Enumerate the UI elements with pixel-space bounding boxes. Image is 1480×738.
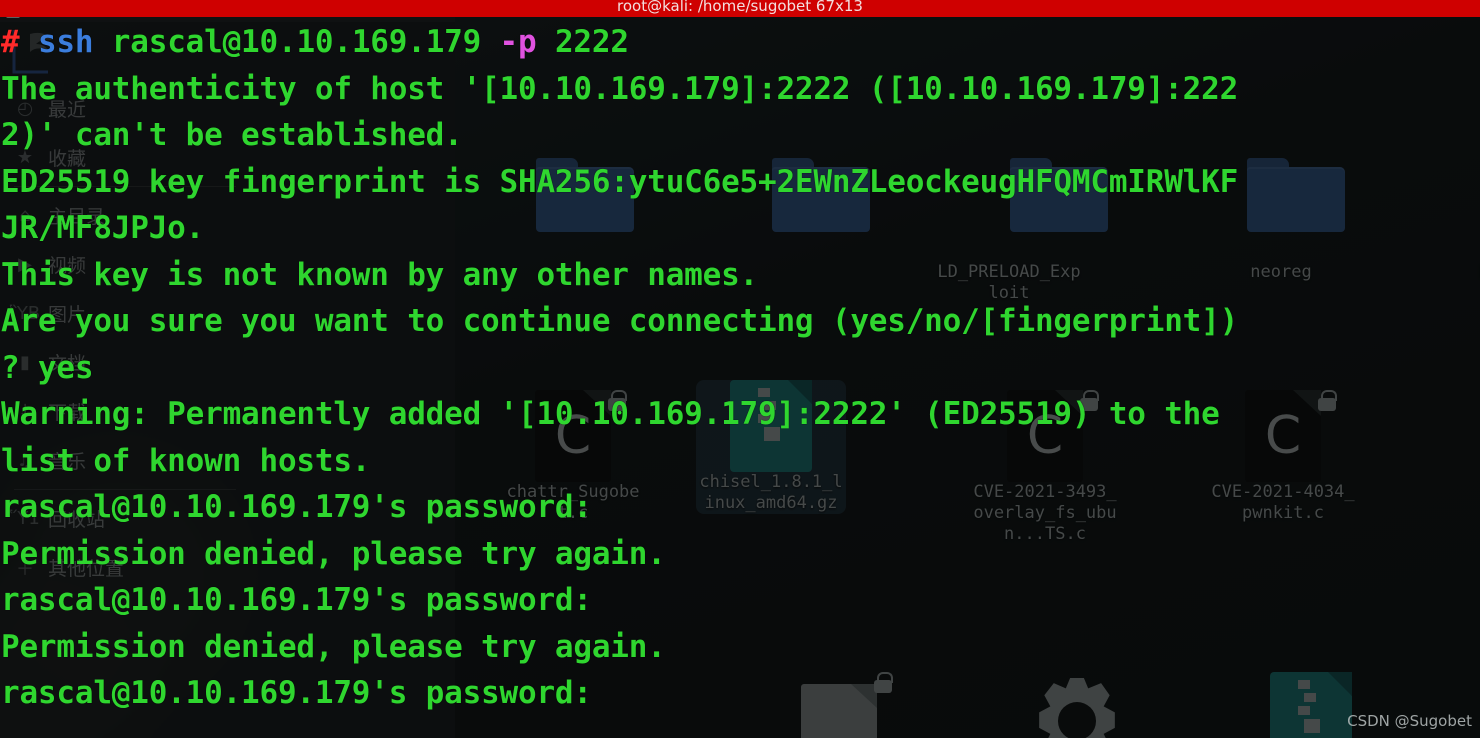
terminal-line-13: rascal@10.10.169.179's password: [0, 577, 1480, 624]
terminal-line-15: rascal@10.10.169.179's password: [0, 670, 1480, 717]
terminal-text-segment: # [1, 24, 38, 60]
terminal-text-segment: The authenticity of host '[10.10.169.179… [1, 70, 1239, 107]
terminal-text-segment: 2)' can't be established. [1, 117, 463, 153]
terminal-line-9: Warning: Permanently added '[10.10.169.1… [0, 391, 1480, 438]
terminal-text-segment: Warning: Permanently added '[10.10.169.1… [1, 396, 1220, 432]
terminal-line-7: Are you sure you want to continue connec… [0, 298, 1480, 345]
terminal-line-6: This key is not known by any other names… [0, 252, 1480, 299]
terminal-text-segment: rascal@10.10.169.179 [93, 24, 500, 60]
terminal-titlebar[interactable]: root@kali: /home/sugobet 67x13 [0, 0, 1480, 17]
terminal-line-10: list of known hosts. [0, 438, 1480, 485]
terminal-text-segment: Are you sure you want to continue connec… [1, 303, 1239, 339]
terminal-text-segment: 2222 [536, 24, 629, 60]
terminal-text-segment: rascal@10.10.169.179's password: [1, 675, 611, 711]
terminal-line-4: ED25519 key fingerprint is SHA256:ytuC6e… [0, 159, 1480, 206]
terminal-line-8: ? yes [0, 345, 1480, 392]
terminal-line-2: The authenticity of host '[10.10.169.179… [0, 66, 1480, 113]
terminal-line-11: rascal@10.10.169.179's password: [0, 484, 1480, 531]
terminal-text-segment: ED25519 key fingerprint is SHA256:ytuC6e… [1, 163, 1239, 200]
terminal-line-12: Permission denied, please try again. [0, 531, 1480, 578]
terminal-line-3: 2)' can't be established. [0, 112, 1480, 159]
terminal-text-segment: ssh [37, 24, 94, 60]
watermark: CSDN @Sugobet [1347, 712, 1472, 730]
terminal-output[interactable]: # ssh rascal@10.10.169.179 -p 2222 The au… [0, 17, 1480, 738]
terminal-text-segment: rascal@10.10.169.179's password: [1, 489, 611, 525]
terminal-text-segment: This key is not known by any other names… [1, 256, 759, 293]
terminal-text-segment: JR/MF8JPJo. [1, 210, 205, 246]
terminal-text-segment: ? yes [1, 349, 94, 386]
terminal-text-segment: rascal@10.10.169.179's password: [1, 582, 611, 618]
terminal-text-segment: Permission denied, please try again. [1, 628, 666, 665]
terminal-text-segment: Permission denied, please try again. [1, 535, 666, 572]
terminal-line-5: JR/MF8JPJo. [0, 205, 1480, 252]
terminal-text-segment: list of known hosts. [1, 442, 371, 479]
terminal-window[interactable]: root@kali: /home/sugobet 67x13 # ssh ras… [0, 0, 1480, 738]
terminal-text-segment: -p [499, 24, 537, 60]
terminal-line-14: Permission denied, please try again. [0, 624, 1480, 671]
terminal-line-1: # ssh rascal@10.10.169.179 -p 2222 [0, 19, 1480, 66]
